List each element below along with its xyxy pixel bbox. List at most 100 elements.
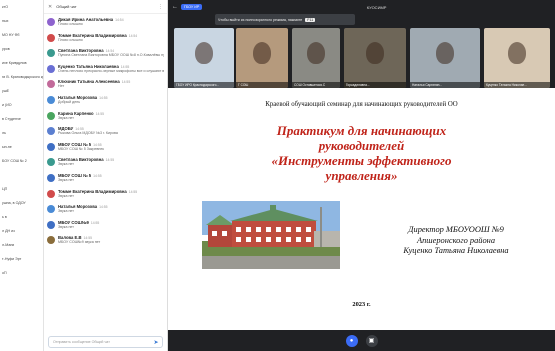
- chat-message-body: Томме Екатерина Владимировна 14:55 Звука н…: [58, 189, 164, 203]
- avatar[interactable]: [47, 80, 55, 89]
- school-building-photo: [202, 201, 340, 269]
- contact-list-item[interactable]: ушЕ: [0, 84, 43, 98]
- avatar[interactable]: [47, 220, 55, 229]
- slide-title-line: «Инструменты эффективного: [271, 153, 452, 168]
- contact-list-item[interactable]: т-Нуфи Эрт: [0, 252, 43, 266]
- chat-message-text: Звука нет: [58, 209, 74, 214]
- contact-list-item[interactable]: оП: [0, 266, 43, 280]
- close-icon[interactable]: ✕: [48, 4, 52, 10]
- participant-video[interactable]: СОШ Оставшегося.С: [292, 28, 340, 88]
- contact-list-item[interactable]: и (ИО: [0, 98, 43, 112]
- contact-list-item[interactable]: МО НУ Фб: [0, 28, 43, 42]
- message-time: 14:55: [99, 95, 108, 100]
- participant-video[interactable]: Гиркадиловна...: [344, 28, 406, 88]
- avatar[interactable]: [47, 189, 55, 198]
- avatar[interactable]: [47, 33, 55, 42]
- chat-message-body: Карина Карпенко 14:55 Звука нет: [58, 111, 164, 125]
- message-time: 14:55: [99, 205, 108, 210]
- chat-message-text: МБОУ СОШ№9 звука нет: [58, 240, 101, 245]
- slide-title-line: руководителей: [318, 138, 405, 153]
- author-name: Ключник Татьяна Алексеевна: [58, 79, 120, 85]
- avatar[interactable]: [47, 49, 55, 58]
- contact-list-item[interactable]: в Студенче: [0, 112, 43, 126]
- chat-message-text: Нет: [58, 84, 65, 89]
- chat-message-text: Звука нет: [58, 115, 74, 120]
- banner-key: F11: [305, 17, 316, 22]
- chat-message: МДОБУ 14:55 Рыкова Ольга МДОБУ №3 г. Киров…: [44, 125, 167, 141]
- contact-list-item[interactable]: л ДН из: [0, 224, 43, 238]
- chat-message-text: Звука нет: [58, 193, 74, 198]
- slide-title-line: управления»: [325, 168, 398, 183]
- chat-message: Карина Карпенко 14:55 Звука нет: [44, 110, 167, 126]
- more-icon[interactable]: ⋮: [158, 4, 163, 10]
- slide-subtitle: Краевой обучающий семинар для начинающих…: [265, 101, 458, 108]
- contact-list-item[interactable]: БОУ СОШ № 2: [0, 154, 43, 168]
- avatar[interactable]: [47, 127, 55, 136]
- signature-line: Директор МБОУООШ №9: [408, 225, 504, 234]
- chat-message: Куценко Татьяна Николаевна 14:55 Очень неп…: [44, 63, 167, 79]
- avatar[interactable]: [47, 236, 55, 245]
- chat-message-list[interactable]: Дикая Ирина Анатольевна 14:54 Плохо слышно…: [44, 16, 167, 333]
- chat-message-body: Дикая Ирина Анатольевна 14:54 Плохо слышно: [58, 17, 164, 31]
- chat-message-text: Очень неплохо прекрасно-черные микрофоны…: [58, 68, 164, 73]
- chat-message-body: Светлана Викторовна 14:55 Звука нет: [58, 157, 164, 171]
- chat-message-body: Ключник Татьяна Алексеевна 14:55 Нет: [58, 79, 164, 93]
- chat-message-text: Звука нет: [58, 162, 74, 167]
- back-arrow-icon[interactable]: ←: [172, 4, 178, 10]
- chat-message-text: Звука нет: [58, 224, 74, 229]
- message-time: 14:55: [105, 158, 115, 163]
- avatar[interactable]: [47, 173, 55, 182]
- contact-list-item[interactable]: ушна, в ОДОУ: [0, 196, 43, 210]
- chat-message-body: Наталья Морозова 14:55 Добрый день: [58, 95, 164, 109]
- slide-signature: Директор МБОУООШ №9 Апшеронского района …: [376, 225, 536, 257]
- send-icon[interactable]: ➤: [150, 337, 162, 347]
- participant-thumbnails: ГБОУ ИРО Краснодарского... Г СОШ СОШ Остав…: [168, 28, 555, 88]
- contact-list-item[interactable]: ль: [0, 126, 43, 140]
- participant-video[interactable]: Г СОШ: [236, 28, 288, 88]
- chat-message: Томме Екатерина Владимировна 14:54 Плохо с…: [44, 32, 167, 48]
- participant-video[interactable]: ГБОУ ИРО Краснодарского...: [174, 28, 234, 88]
- participant-video[interactable]: Куценко Татьяна Николае...: [484, 28, 550, 88]
- contact-list-item[interactable]: ЦП: [0, 182, 43, 196]
- message-time: 14:55: [90, 220, 100, 225]
- slide-year: 2023 г.: [352, 301, 371, 308]
- avatar[interactable]: [47, 158, 55, 167]
- contact-list-item[interactable]: ь в: [0, 210, 43, 224]
- contact-list-item[interactable]: уров: [0, 42, 43, 56]
- screen-share-icon[interactable]: ▣: [365, 334, 378, 347]
- avatar[interactable]: [47, 142, 55, 151]
- chat-message-body: Томме Екатерина Владимировна 14:54 Плохо с…: [58, 33, 164, 47]
- chat-message-text: Рыкова Ольга МДОБУ №3 г. Кирова: [58, 131, 118, 136]
- contact-list-item[interactable]: л-Мани: [0, 238, 43, 252]
- avatar[interactable]: [47, 205, 55, 214]
- video-area: ← ГБОУ ИР КУОСИМР Чтобы выйти из полноэк…: [168, 0, 555, 351]
- organizer-tag: ГБОУ ИР: [181, 4, 203, 10]
- avatar[interactable]: [47, 18, 55, 26]
- chat-message-text: МБОУ СОШ № 5 Закревнек: [58, 146, 104, 151]
- chat-message-body: МБОУ СОШ № 5 14:55 Звука нет: [58, 173, 164, 187]
- video-topbar: ← ГБОУ ИР КУОСИМР: [168, 0, 555, 14]
- chat-message-input[interactable]: Отправить сообщение Общий чат ➤: [48, 336, 163, 348]
- avatar[interactable]: [47, 111, 55, 120]
- contact-list-item[interactable]: [0, 168, 43, 182]
- chat-message-body: Валова Е.В 14:55 МБОУ СОШ№9 звука нет: [58, 235, 164, 249]
- participant-video[interactable]: Наталья Саргинян...: [410, 28, 480, 88]
- contact-list-item[interactable]: ных: [0, 14, 43, 28]
- slide-title-line: Практикум для начинающих: [276, 123, 447, 138]
- contact-list-item[interactable]: ын-пе: [0, 140, 43, 154]
- avatar[interactable]: [47, 95, 55, 104]
- fullscreen-banner: Чтобы выйти из полноэкранного режима, на…: [215, 14, 355, 25]
- contact-list-item[interactable]: ктО: [0, 0, 43, 14]
- author-name: Карина Карпенко: [58, 110, 94, 116]
- participant-silhouette: [253, 42, 271, 64]
- avatar[interactable]: [47, 64, 55, 73]
- contact-list-item[interactable]: ги В. Крановодырского кр: [0, 70, 43, 84]
- chat-message: Томме Екатерина Владимировна 14:55 Звука н…: [44, 188, 167, 204]
- contact-list-item[interactable]: ихе Кривдулов: [0, 56, 43, 70]
- message-time: 14:55: [95, 111, 105, 116]
- chat-message: Валова Е.В 14:55 МБОУ СОШ№9 звука нет: [44, 234, 167, 250]
- chat-message-text: Плохо слышно: [58, 37, 83, 42]
- chat-message: Дикая Ирина Анатольевна 14:54 Плохо слышно: [44, 16, 167, 32]
- microphone-icon[interactable]: ●: [345, 334, 358, 347]
- chat-message-text: Звука нет: [58, 177, 74, 182]
